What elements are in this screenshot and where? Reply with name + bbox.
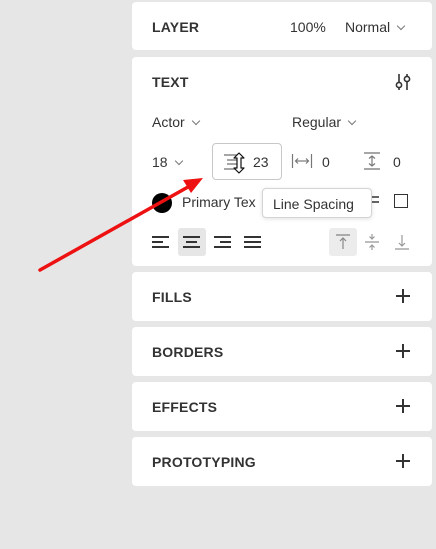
borders-title: BORDERS — [152, 344, 224, 360]
layer-title: LAYER — [152, 19, 200, 35]
valign-top-button[interactable] — [329, 228, 357, 256]
prototyping-title: PROTOTYPING — [152, 454, 256, 470]
font-size-value: 18 — [152, 154, 168, 170]
chevron-down-icon — [347, 116, 357, 126]
color-swatch[interactable] — [152, 193, 172, 213]
align-right-icon[interactable] — [214, 235, 232, 249]
layer-opacity[interactable]: 100% — [290, 19, 326, 35]
line-height-value: 23 — [253, 154, 269, 170]
align-center-icon — [183, 235, 201, 249]
sliders-icon[interactable] — [394, 72, 412, 92]
blend-mode-value: Normal — [345, 19, 391, 35]
add-border-plus-icon[interactable] — [396, 344, 410, 358]
font-weight-select[interactable]: Regular — [292, 114, 357, 130]
fills-title: FILLS — [152, 289, 192, 305]
resize-cursor-icon — [233, 152, 245, 174]
align-left-icon[interactable] — [152, 235, 170, 249]
align-center-button[interactable] — [178, 228, 206, 256]
valign-bottom-icon[interactable] — [394, 234, 410, 250]
font-family-select[interactable]: Actor — [152, 114, 200, 130]
line-height-field[interactable]: 23 — [212, 143, 282, 180]
add-effect-plus-icon[interactable] — [396, 399, 410, 413]
font-size-select[interactable]: 18 — [152, 154, 183, 170]
paragraph-spacing-value[interactable]: 0 — [393, 154, 401, 170]
fills-panel: FILLS — [132, 272, 432, 321]
line-spacing-tooltip: Line Spacing — [262, 188, 372, 218]
borders-panel: BORDERS — [132, 327, 432, 376]
layer-panel: LAYER 100% Normal — [132, 2, 432, 50]
paragraph-spacing-icon — [364, 152, 380, 170]
text-panel: TEXT Actor Regular 18 23 0 0 Primary Tex — [132, 57, 432, 266]
color-style-name[interactable]: Primary Tex — [182, 194, 256, 210]
valign-middle-icon[interactable] — [364, 233, 380, 251]
letter-spacing-value[interactable]: 0 — [322, 154, 330, 170]
chevron-down-icon — [191, 116, 200, 126]
prototyping-panel: PROTOTYPING — [132, 437, 432, 486]
valign-top-icon — [336, 234, 350, 249]
add-fill-plus-icon[interactable] — [396, 289, 410, 303]
effects-title: EFFECTS — [152, 399, 218, 415]
text-box-icon[interactable] — [394, 194, 408, 208]
align-justify-icon[interactable] — [244, 235, 262, 249]
letter-spacing-icon — [291, 154, 313, 168]
effects-panel: EFFECTS — [132, 382, 432, 431]
chevron-down-icon — [396, 21, 406, 31]
font-weight-value: Regular — [292, 114, 342, 130]
add-prototyping-plus-icon[interactable] — [396, 454, 410, 468]
chevron-down-icon — [174, 156, 183, 166]
blend-mode-select[interactable]: Normal — [345, 19, 406, 35]
text-title: TEXT — [152, 74, 189, 90]
font-family-value: Actor — [152, 114, 185, 130]
